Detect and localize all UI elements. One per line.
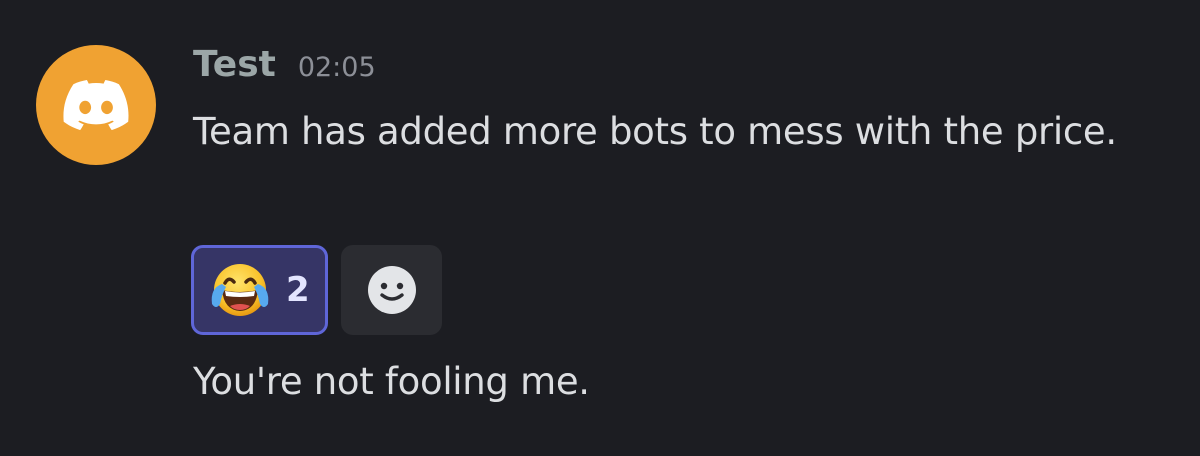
reaction-laughing[interactable]: 2 <box>191 245 328 335</box>
avatar[interactable] <box>36 45 156 165</box>
message-timestamp[interactable]: 02:05 <box>298 52 376 83</box>
add-reaction-button[interactable] <box>341 245 442 335</box>
message-text: Team has added more bots to mess with th… <box>193 110 1117 153</box>
reactions-bar: 2 <box>191 245 442 335</box>
message-text: You're not fooling me. <box>193 360 590 403</box>
message-group: Test 02:05 Team has added more bots to m… <box>0 0 1200 456</box>
smiley-icon <box>367 266 416 314</box>
reaction-count: 2 <box>286 270 310 310</box>
author-name[interactable]: Test <box>193 44 276 85</box>
discord-logo-icon <box>63 80 129 130</box>
face-with-tears-of-joy-icon <box>208 260 272 320</box>
message-header: Test 02:05 <box>193 44 376 96</box>
